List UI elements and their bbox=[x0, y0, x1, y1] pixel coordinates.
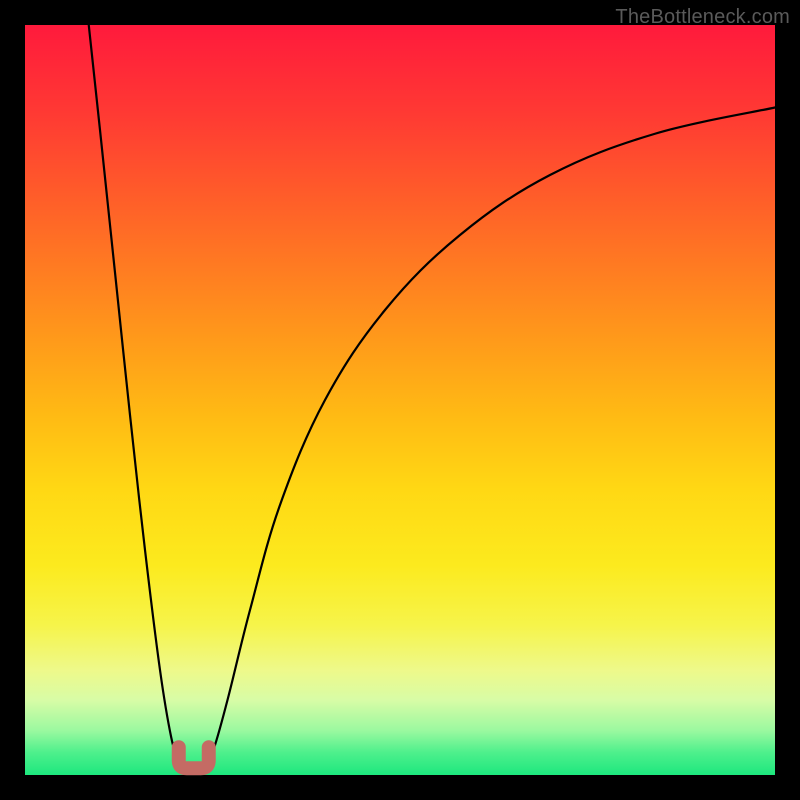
minimum-marker bbox=[179, 747, 209, 768]
chart-overlay bbox=[25, 25, 775, 775]
curve-left-branch bbox=[89, 25, 187, 771]
chart-frame: TheBottleneck.com bbox=[0, 0, 800, 800]
curve-right-branch bbox=[201, 108, 775, 772]
